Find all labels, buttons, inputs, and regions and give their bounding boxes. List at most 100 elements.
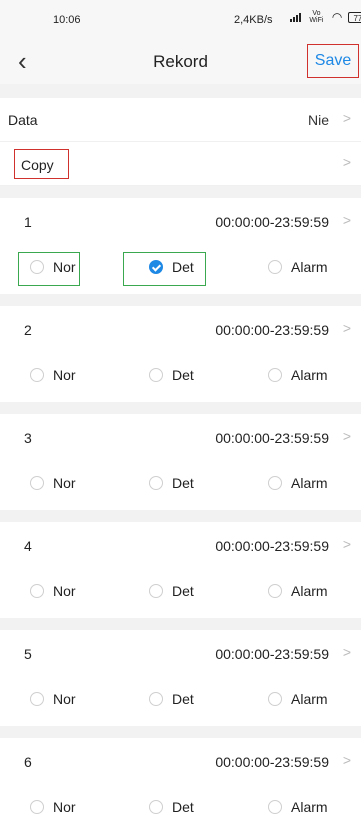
schedule-block: 4 00:00:00-23:59:59 > Nor Det Alarm [0, 522, 361, 618]
section-gap [0, 402, 361, 414]
radio-icon[interactable] [30, 476, 44, 490]
data-row[interactable]: Data Nie > [0, 98, 361, 142]
option-label: Nor [53, 475, 76, 491]
data-label: Data [8, 112, 38, 128]
schedule-row[interactable]: 3 00:00:00-23:59:59 > [0, 414, 361, 458]
schedule-block: 2 00:00:00-23:59:59 > Nor Det Alarm [0, 306, 361, 402]
option-alarm[interactable]: Alarm [268, 254, 328, 280]
option-alarm[interactable]: Alarm [268, 470, 328, 496]
option-label: Det [172, 367, 194, 383]
option-alarm[interactable]: Alarm [268, 362, 328, 388]
schedule-row[interactable]: 4 00:00:00-23:59:59 > [0, 522, 361, 566]
nor-highlight [18, 252, 80, 286]
section-gap [0, 618, 361, 630]
section-gap [0, 510, 361, 522]
radio-icon[interactable] [268, 368, 282, 382]
option-label: Nor [53, 799, 76, 815]
schedule-number: 6 [24, 754, 32, 770]
radio-icon[interactable] [149, 368, 163, 382]
option-label: Alarm [291, 259, 328, 275]
radio-icon[interactable] [149, 800, 163, 814]
copy-label: Copy [21, 157, 54, 173]
radio-icon[interactable] [268, 692, 282, 706]
chevron-right-icon: > [342, 428, 351, 444]
schedule-block: 3 00:00:00-23:59:59 > Nor Det Alarm [0, 414, 361, 510]
radio-icon[interactable] [30, 692, 44, 706]
mode-options: Nor Det Alarm [0, 674, 361, 726]
option-nor[interactable]: Nor [30, 794, 76, 820]
data-value: Nie [307, 112, 329, 128]
chevron-right-icon: > [342, 110, 351, 126]
section-gap [0, 726, 361, 738]
mode-options: Nor Det Alarm [0, 350, 361, 402]
chevron-right-icon: > [342, 536, 351, 552]
option-nor[interactable]: Nor [30, 578, 76, 604]
radio-icon[interactable] [30, 584, 44, 598]
radio-icon[interactable] [268, 584, 282, 598]
option-label: Alarm [291, 367, 328, 383]
radio-icon[interactable] [268, 800, 282, 814]
option-alarm[interactable]: Alarm [268, 578, 328, 604]
schedule-time: 00:00:00-23:59:59 [215, 322, 329, 338]
option-label: Nor [53, 691, 76, 707]
schedule-time: 00:00:00-23:59:59 [215, 538, 329, 554]
schedule-row[interactable]: 5 00:00:00-23:59:59 > [0, 630, 361, 674]
section-gap [0, 294, 361, 306]
schedule-time: 00:00:00-23:59:59 [215, 646, 329, 662]
copy-row[interactable]: Copy > [0, 142, 361, 186]
schedule-block: 6 00:00:00-23:59:59 > Nor Det Alarm [0, 738, 361, 834]
schedule-time: 00:00:00-23:59:59 [215, 430, 329, 446]
mode-options: Nor Det Alarm [0, 242, 361, 294]
option-det[interactable]: Det [149, 470, 194, 496]
status-time: 10:06 [53, 14, 81, 26]
schedule-row[interactable]: 2 00:00:00-23:59:59 > [0, 306, 361, 350]
option-alarm[interactable]: Alarm [268, 686, 328, 712]
schedule-block: 5 00:00:00-23:59:59 > Nor Det Alarm [0, 630, 361, 726]
det-highlight [123, 252, 206, 286]
option-label: Det [172, 691, 194, 707]
radio-icon[interactable] [268, 476, 282, 490]
section-gap [0, 186, 361, 198]
option-label: Det [172, 583, 194, 599]
option-nor[interactable]: Nor [30, 686, 76, 712]
schedule-number: 2 [24, 322, 32, 338]
radio-icon[interactable] [149, 692, 163, 706]
option-label: Det [172, 799, 194, 815]
schedule-time: 00:00:00-23:59:59 [215, 214, 329, 230]
chevron-right-icon: > [342, 212, 351, 228]
option-nor[interactable]: Nor [30, 470, 76, 496]
save-button[interactable]: Save [307, 44, 359, 78]
radio-icon[interactable] [149, 584, 163, 598]
chevron-right-icon: > [342, 752, 351, 768]
schedule-row[interactable]: 6 00:00:00-23:59:59 > [0, 738, 361, 782]
schedule-row[interactable]: 1 00:00:00-23:59:59 > [0, 198, 361, 242]
radio-icon[interactable] [149, 476, 163, 490]
chevron-right-icon: > [342, 644, 351, 660]
option-label: Nor [53, 367, 76, 383]
status-bar: 10:06 2,4KB/s Vo WiFi ◠ 77 [0, 0, 361, 40]
radio-icon[interactable] [268, 260, 282, 274]
option-det[interactable]: Det [149, 578, 194, 604]
option-label: Nor [53, 583, 76, 599]
schedule-block: 1 00:00:00-23:59:59 > Nor Det Alarm [0, 198, 361, 294]
vowifi-icon: Vo WiFi [309, 10, 324, 24]
option-det[interactable]: Det [149, 686, 194, 712]
mode-options: Nor Det Alarm [0, 566, 361, 618]
option-nor[interactable]: Nor [30, 362, 76, 388]
radio-icon[interactable] [30, 800, 44, 814]
option-label: Alarm [291, 583, 328, 599]
network-speed: 2,4KB/s [234, 14, 273, 26]
schedule-number: 4 [24, 538, 32, 554]
wifi-icon: ◠ [331, 10, 343, 24]
radio-icon[interactable] [30, 368, 44, 382]
option-alarm[interactable]: Alarm [268, 794, 328, 820]
chevron-right-icon: > [342, 320, 351, 336]
option-det[interactable]: Det [149, 362, 194, 388]
schedule-time: 00:00:00-23:59:59 [215, 754, 329, 770]
option-det[interactable]: Det [149, 794, 194, 820]
chevron-right-icon: > [342, 154, 351, 170]
copy-highlight: Copy [14, 149, 69, 179]
option-label: Alarm [291, 799, 328, 815]
status-icons: Vo WiFi ◠ 77 [290, 10, 361, 24]
signal-icon [290, 12, 301, 22]
